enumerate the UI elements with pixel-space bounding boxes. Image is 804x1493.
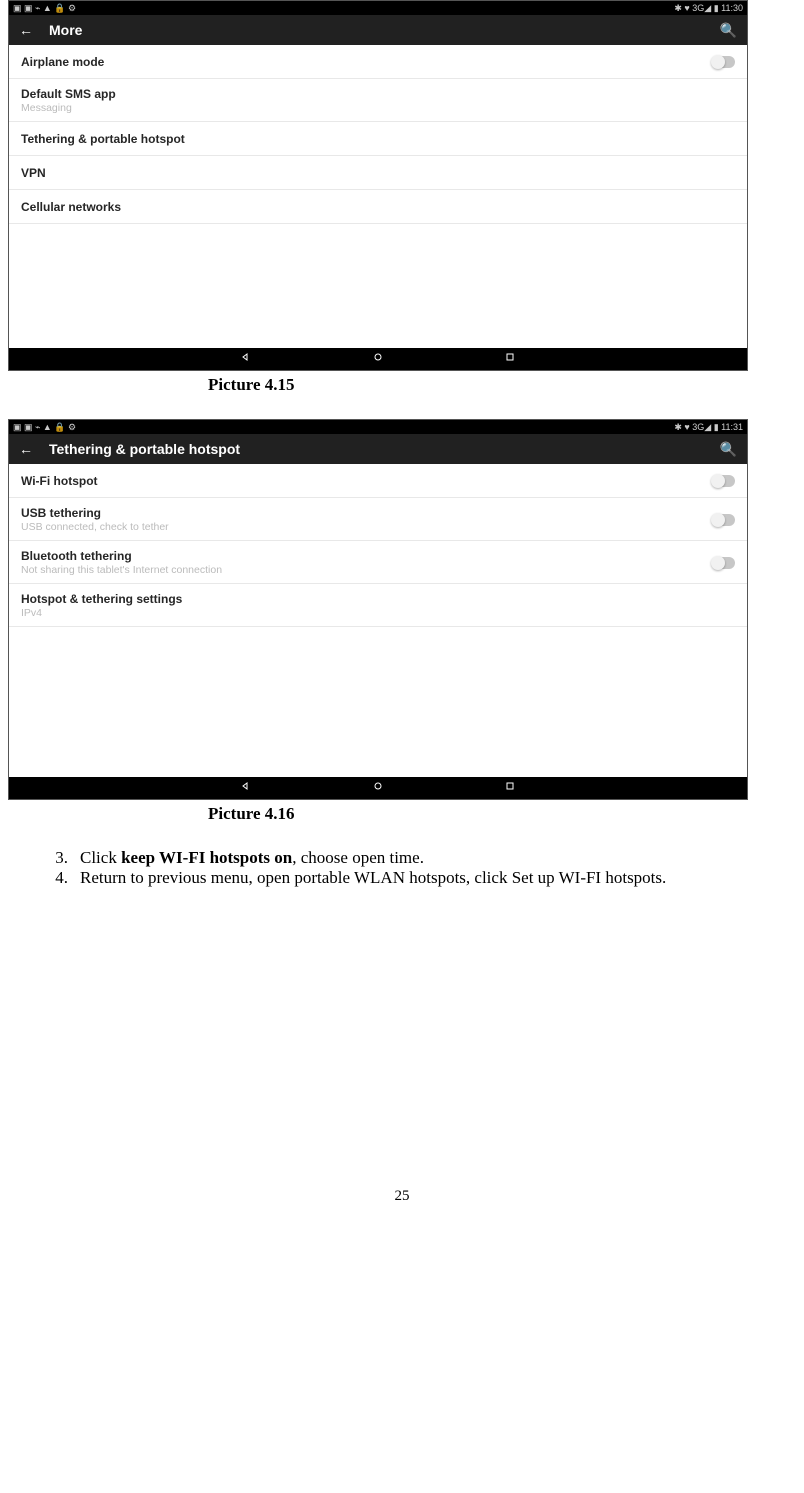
item-label: Wi-Fi hotspot (21, 474, 713, 488)
screenshot-tethering-settings: ▣ ▣ ⌁ ▲ 🔒 ⚙ ✱ ♥ 3G◢ ▮ 11:31 ← Tethering … (8, 419, 748, 800)
list-item-default-sms[interactable]: Default SMS app Messaging (9, 79, 747, 122)
blank-area (9, 224, 747, 348)
list-text: Return to previous menu, open portable W… (80, 868, 792, 888)
list-item-airplane-mode[interactable]: Airplane mode (9, 45, 747, 79)
back-icon[interactable]: ← (19, 22, 33, 38)
document-page: ▣ ▣ ⌁ ▲ 🔒 ⚙ ✱ ♥ 3G◢ ▮ 11:30 ← More 🔍 Air… (8, 0, 796, 1245)
list-item-vpn[interactable]: VPN (9, 156, 747, 190)
back-icon[interactable]: ← (19, 441, 33, 457)
search-icon[interactable]: 🔍 (720, 22, 737, 39)
status-left-icons: ▣ ▣ ⌁ ▲ 🔒 ⚙ (13, 422, 76, 433)
nav-bar (9, 348, 747, 370)
item-label: Airplane mode (21, 55, 713, 69)
instruction-list: 3. Click keep WI-FI hotspots on, choose … (50, 848, 796, 888)
list-number: 4. (50, 868, 68, 888)
action-bar: ← More 🔍 (9, 15, 747, 45)
toggle-usb-tethering[interactable] (713, 514, 735, 526)
status-bar: ▣ ▣ ⌁ ▲ 🔒 ⚙ ✱ ♥ 3G◢ ▮ 11:30 (9, 1, 747, 15)
blank-area (9, 627, 747, 777)
item-label: VPN (21, 166, 735, 180)
item-label: USB tethering (21, 506, 713, 520)
list-item-bluetooth-tethering[interactable]: Bluetooth tethering Not sharing this tab… (9, 541, 747, 584)
item-label: Cellular networks (21, 200, 735, 214)
list-item-cellular[interactable]: Cellular networks (9, 190, 747, 224)
caption-1: Picture 4.15 (208, 375, 796, 395)
list-text: Click keep WI-FI hotspots on, choose ope… (80, 848, 792, 868)
toggle-bluetooth-tethering[interactable] (713, 557, 735, 569)
item-sublabel: USB connected, check to tether (21, 521, 713, 533)
item-sublabel: Messaging (21, 102, 735, 114)
item-sublabel: IPv4 (21, 607, 735, 619)
nav-back-icon[interactable] (240, 350, 252, 368)
list-item-tethering[interactable]: Tethering & portable hotspot (9, 122, 747, 156)
item-label: Tethering & portable hotspot (21, 132, 735, 146)
action-bar: ← Tethering & portable hotspot 🔍 (9, 434, 747, 464)
toggle-airplane-mode[interactable] (713, 56, 735, 68)
list-item-wifi-hotspot[interactable]: Wi-Fi hotspot (9, 464, 747, 498)
status-bar: ▣ ▣ ⌁ ▲ 🔒 ⚙ ✱ ♥ 3G◢ ▮ 11:31 (9, 420, 747, 434)
list-number: 3. (50, 848, 68, 868)
item-label: Default SMS app (21, 87, 735, 101)
nav-home-icon[interactable] (372, 779, 384, 797)
page-number: 25 (8, 1188, 796, 1205)
nav-recent-icon[interactable] (504, 350, 516, 368)
page-title: More (49, 22, 704, 38)
list-item-hotspot-settings[interactable]: Hotspot & tethering settings IPv4 (9, 584, 747, 627)
nav-back-icon[interactable] (240, 779, 252, 797)
nav-home-icon[interactable] (372, 350, 384, 368)
caption-2: Picture 4.16 (208, 804, 796, 824)
status-right-text: ✱ ♥ 3G◢ ▮ 11:31 (674, 422, 743, 433)
search-icon[interactable]: 🔍 (720, 441, 737, 458)
toggle-wifi-hotspot[interactable] (713, 475, 735, 487)
list-item-usb-tethering[interactable]: USB tethering USB connected, check to te… (9, 498, 747, 541)
item-sublabel: Not sharing this tablet's Internet conne… (21, 564, 713, 576)
item-label: Hotspot & tethering settings (21, 592, 735, 606)
settings-list: Airplane mode Default SMS app Messaging … (9, 45, 747, 224)
instruction-item-3: 3. Click keep WI-FI hotspots on, choose … (50, 848, 792, 868)
instruction-item-4: 4. Return to previous menu, open portabl… (50, 868, 792, 888)
status-left-icons: ▣ ▣ ⌁ ▲ 🔒 ⚙ (13, 3, 76, 14)
settings-list: Wi-Fi hotspot USB tethering USB connecte… (9, 464, 747, 627)
page-title: Tethering & portable hotspot (49, 441, 704, 457)
screenshot-more-settings: ▣ ▣ ⌁ ▲ 🔒 ⚙ ✱ ♥ 3G◢ ▮ 11:30 ← More 🔍 Air… (8, 0, 748, 371)
nav-recent-icon[interactable] (504, 779, 516, 797)
nav-bar (9, 777, 747, 799)
status-right-text: ✱ ♥ 3G◢ ▮ 11:30 (674, 3, 743, 14)
item-label: Bluetooth tethering (21, 549, 713, 563)
